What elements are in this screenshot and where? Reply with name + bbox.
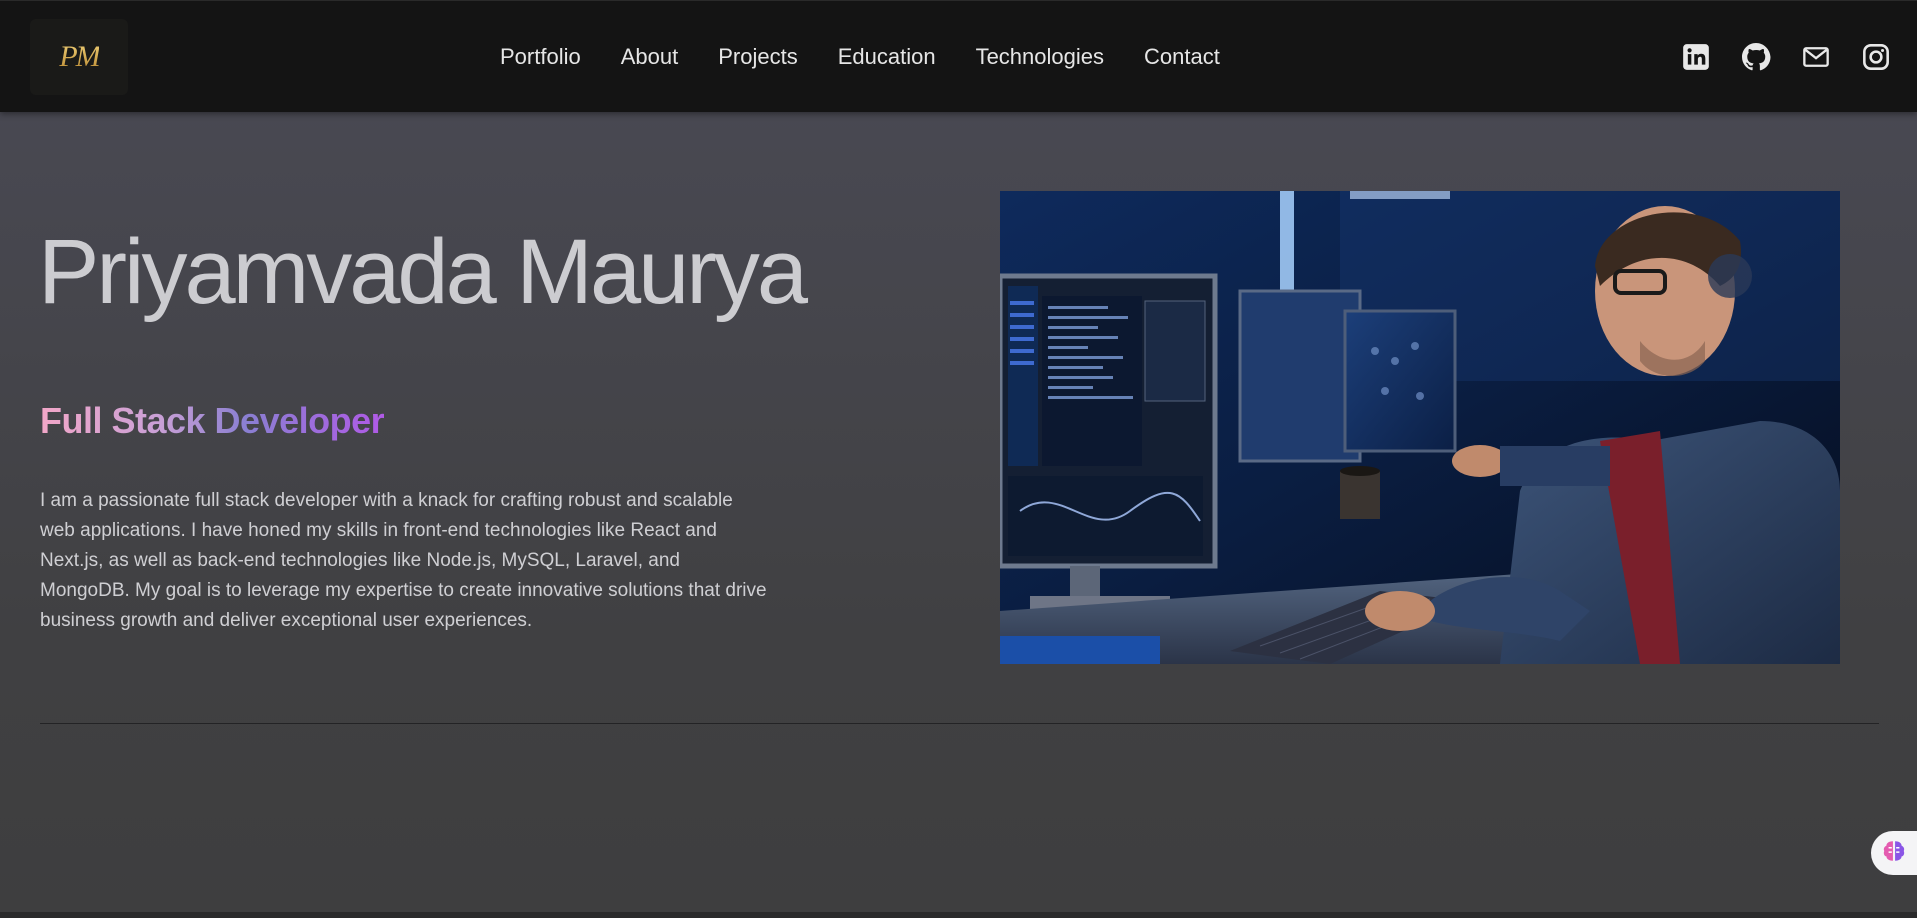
hero-bio: I am a passionate full stack developer w… <box>40 490 767 631</box>
nav-portfolio[interactable]: Portfolio <box>500 44 581 70</box>
github-icon[interactable] <box>1741 42 1771 72</box>
social-links <box>1681 1 1891 112</box>
mail-icon[interactable] <box>1801 42 1831 72</box>
main-nav: Portfolio About Projects Education Techn… <box>500 1 1260 112</box>
hero-name: Priyamvada Maurya <box>38 221 808 323</box>
nav-technologies[interactable]: Technologies <box>976 44 1104 70</box>
bottom-edge <box>0 912 1917 918</box>
hero-role: Full Stack Developer <box>40 400 385 441</box>
section-divider <box>40 723 1879 724</box>
nav-education[interactable]: Education <box>838 44 936 70</box>
brain-icon <box>1881 838 1907 869</box>
site-logo[interactable]: PM <box>30 19 128 95</box>
nav-about[interactable]: About <box>621 44 679 70</box>
site-header: PM Portfolio About Projects Education Te… <box>0 0 1917 112</box>
nav-projects[interactable]: Projects <box>718 44 797 70</box>
floating-assistant-button[interactable] <box>1871 831 1917 875</box>
portfolio-page: PM Portfolio About Projects Education Te… <box>0 0 1917 918</box>
logo-monogram: PM <box>59 40 100 73</box>
hero-photo <box>1000 191 1840 664</box>
instagram-icon[interactable] <box>1861 42 1891 72</box>
linkedin-icon[interactable] <box>1681 42 1711 72</box>
nav-contact[interactable]: Contact <box>1144 44 1220 70</box>
